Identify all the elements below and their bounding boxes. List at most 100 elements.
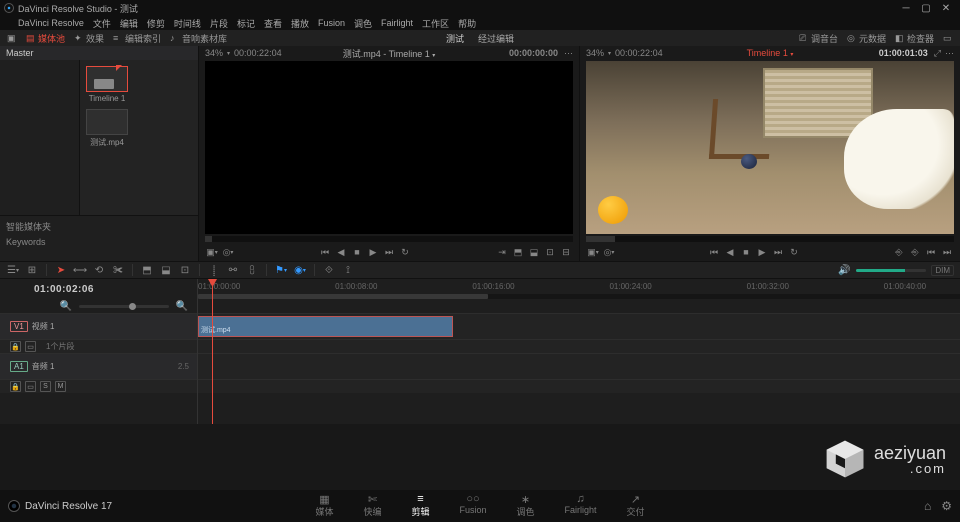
link-toggle[interactable]: ⚯ <box>226 263 240 277</box>
mark-out-button[interactable]: ⎆ <box>908 245 922 259</box>
menu-item[interactable]: 片段 <box>210 17 228 30</box>
program-name[interactable]: Timeline 1 ▾ <box>747 48 794 58</box>
zoom-out-button[interactable]: 🔍 <box>59 299 73 313</box>
zoom-level[interactable]: 34% <box>205 48 223 58</box>
play-button[interactable]: ▶ <box>755 245 769 259</box>
inspector-tab[interactable]: ◧检查器 <box>892 31 937 46</box>
page-fairlight[interactable]: ♫Fairlight <box>565 494 597 518</box>
monitor-volume[interactable] <box>856 269 926 272</box>
menu-item[interactable]: Fusion <box>318 18 345 28</box>
insert-clip-button[interactable]: ⬒ <box>140 263 154 277</box>
mark-in-button[interactable]: ⎆ <box>892 245 906 259</box>
maximize-button[interactable]: ▢ <box>916 1 936 15</box>
prev-marker-button[interactable]: ⏮ <box>924 245 938 259</box>
position-lock-button[interactable]: ⩉ <box>245 263 259 277</box>
insert-button[interactable]: ⬒ <box>511 245 525 259</box>
mixer-tab[interactable]: ⎚调音台 <box>796 31 841 46</box>
lock-icon[interactable]: 🔒 <box>10 381 21 392</box>
clip-thumbnail[interactable] <box>86 109 128 135</box>
stacked-view-button[interactable]: ⊞ <box>25 263 39 277</box>
audio-track[interactable] <box>198 353 960 379</box>
playhead[interactable] <box>212 279 213 424</box>
options-icon[interactable]: ⋯ <box>564 48 573 59</box>
match-frame-button[interactable]: ◎▾ <box>602 245 616 259</box>
source-scrubber[interactable] <box>205 236 573 242</box>
audio-track-header[interactable]: A1 音频 1 2.5 <box>0 353 197 379</box>
stop-button[interactable]: ■ <box>350 245 364 259</box>
timeline-ruler[interactable]: 01:00:00:00 01:00:08:00 01:00:16:00 01:0… <box>198 279 960 299</box>
home-button[interactable]: ⌂ <box>924 499 931 513</box>
overwrite-clip-button[interactable]: ⬓ <box>159 263 173 277</box>
page-deliver[interactable]: ↗交付 <box>627 494 645 518</box>
reel-icon[interactable]: ▭ <box>25 381 36 392</box>
overwrite-button[interactable]: ⇥ <box>495 245 509 259</box>
replace-button[interactable]: ⬓ <box>527 245 541 259</box>
reel-icon[interactable]: ▭ <box>25 341 36 352</box>
menu-item[interactable]: DaVinci Resolve <box>18 18 84 28</box>
page-edit[interactable]: ≡剪辑 <box>411 494 429 518</box>
menu-item[interactable]: 查看 <box>264 17 282 30</box>
marker-button[interactable]: ◉▾ <box>293 263 307 277</box>
page-media[interactable]: ▦媒体 <box>315 494 333 518</box>
prev-frame-button[interactable]: ◀ <box>723 245 737 259</box>
menu-item[interactable]: 工作区 <box>422 17 449 30</box>
append-button[interactable]: ⊟ <box>559 245 573 259</box>
video-track[interactable]: 测试.mp4 <box>198 313 960 339</box>
monitor-icon[interactable]: 🔊 <box>837 263 851 277</box>
replace-clip-button[interactable]: ⊡ <box>178 263 192 277</box>
first-frame-button[interactable]: ⏮ <box>707 245 721 259</box>
timeline-nav-thumb[interactable] <box>198 294 488 299</box>
menu-item[interactable]: 编辑 <box>120 17 138 30</box>
edit-index-tab[interactable]: ≡编辑索引 <box>110 31 164 46</box>
audio-track-tag[interactable]: A1 <box>10 361 28 372</box>
source-canvas[interactable] <box>205 61 573 234</box>
menu-item[interactable]: 文件 <box>93 17 111 30</box>
timeline-tracks[interactable]: 01:00:00:00 01:00:08:00 01:00:16:00 01:0… <box>198 279 960 424</box>
snap-toggle[interactable]: ⸽ <box>207 263 221 277</box>
effects-tab[interactable]: ✦效果 <box>71 31 107 46</box>
timeline-thumbnail[interactable] <box>86 66 128 92</box>
bin-header[interactable]: Master <box>0 46 198 60</box>
linked-move-button[interactable]: ⟐ <box>322 263 336 277</box>
metadata-tab[interactable]: ◎元数据 <box>844 31 889 46</box>
layout-button[interactable]: ▣ <box>4 32 20 44</box>
playhead-timecode[interactable]: 01:00:02:06 <box>0 279 197 299</box>
mute-button[interactable]: M <box>55 381 66 392</box>
selection-tool[interactable]: ➤ <box>54 263 68 277</box>
clip-grid[interactable]: Timeline 1 测试.mp4 <box>80 60 198 215</box>
view-options-button[interactable]: ☰▾ <box>6 263 20 277</box>
viewer-mode-button[interactable]: ▣▾ <box>586 245 600 259</box>
menu-item[interactable]: 标记 <box>237 17 255 30</box>
menu-item[interactable]: 修剪 <box>147 17 165 30</box>
stop-button[interactable]: ■ <box>739 245 753 259</box>
source-name[interactable]: 测试.mp4 - Timeline 1 ▾ <box>343 47 436 60</box>
full-toggle[interactable]: ▭ <box>940 32 956 44</box>
page-color[interactable]: ∗调色 <box>517 494 535 518</box>
video-track-tag[interactable]: V1 <box>10 321 28 332</box>
trim-tool[interactable]: ⟷ <box>73 263 87 277</box>
blade-tool[interactable]: ✀ <box>111 263 125 277</box>
close-button[interactable]: ✕ <box>936 1 956 15</box>
project-settings-button[interactable]: ⚙ <box>941 499 952 513</box>
expand-icon[interactable]: ⤢ <box>934 48 941 59</box>
video-track-header[interactable]: V1 视频 1 <box>0 313 197 339</box>
lock-icon[interactable]: 🔒 <box>10 341 21 352</box>
program-canvas[interactable] <box>586 61 954 234</box>
sticky-button[interactable]: ⟟ <box>341 263 355 277</box>
fit-button[interactable]: ⊡ <box>543 245 557 259</box>
next-frame-button[interactable]: ⏭ <box>382 245 396 259</box>
first-frame-button[interactable]: ⏮ <box>318 245 332 259</box>
menu-item[interactable]: 播放 <box>291 17 309 30</box>
minimize-button[interactable]: ─ <box>896 1 916 15</box>
page-fusion[interactable]: ○○Fusion <box>459 494 486 518</box>
flag-button[interactable]: ⚑▾ <box>274 263 288 277</box>
loop-button[interactable]: ↻ <box>398 245 412 259</box>
prev-frame-button[interactable]: ◀ <box>334 245 348 259</box>
page-cut[interactable]: ✄快编 <box>363 494 381 518</box>
next-frame-button[interactable]: ⏭ <box>771 245 785 259</box>
menu-item[interactable]: 时间线 <box>174 17 201 30</box>
viewer-mode-button[interactable]: ▣▾ <box>205 245 219 259</box>
next-marker-button[interactable]: ⏭ <box>940 245 954 259</box>
zoom-in-button[interactable]: 🔍 <box>175 299 189 313</box>
solo-button[interactable]: S <box>40 381 51 392</box>
